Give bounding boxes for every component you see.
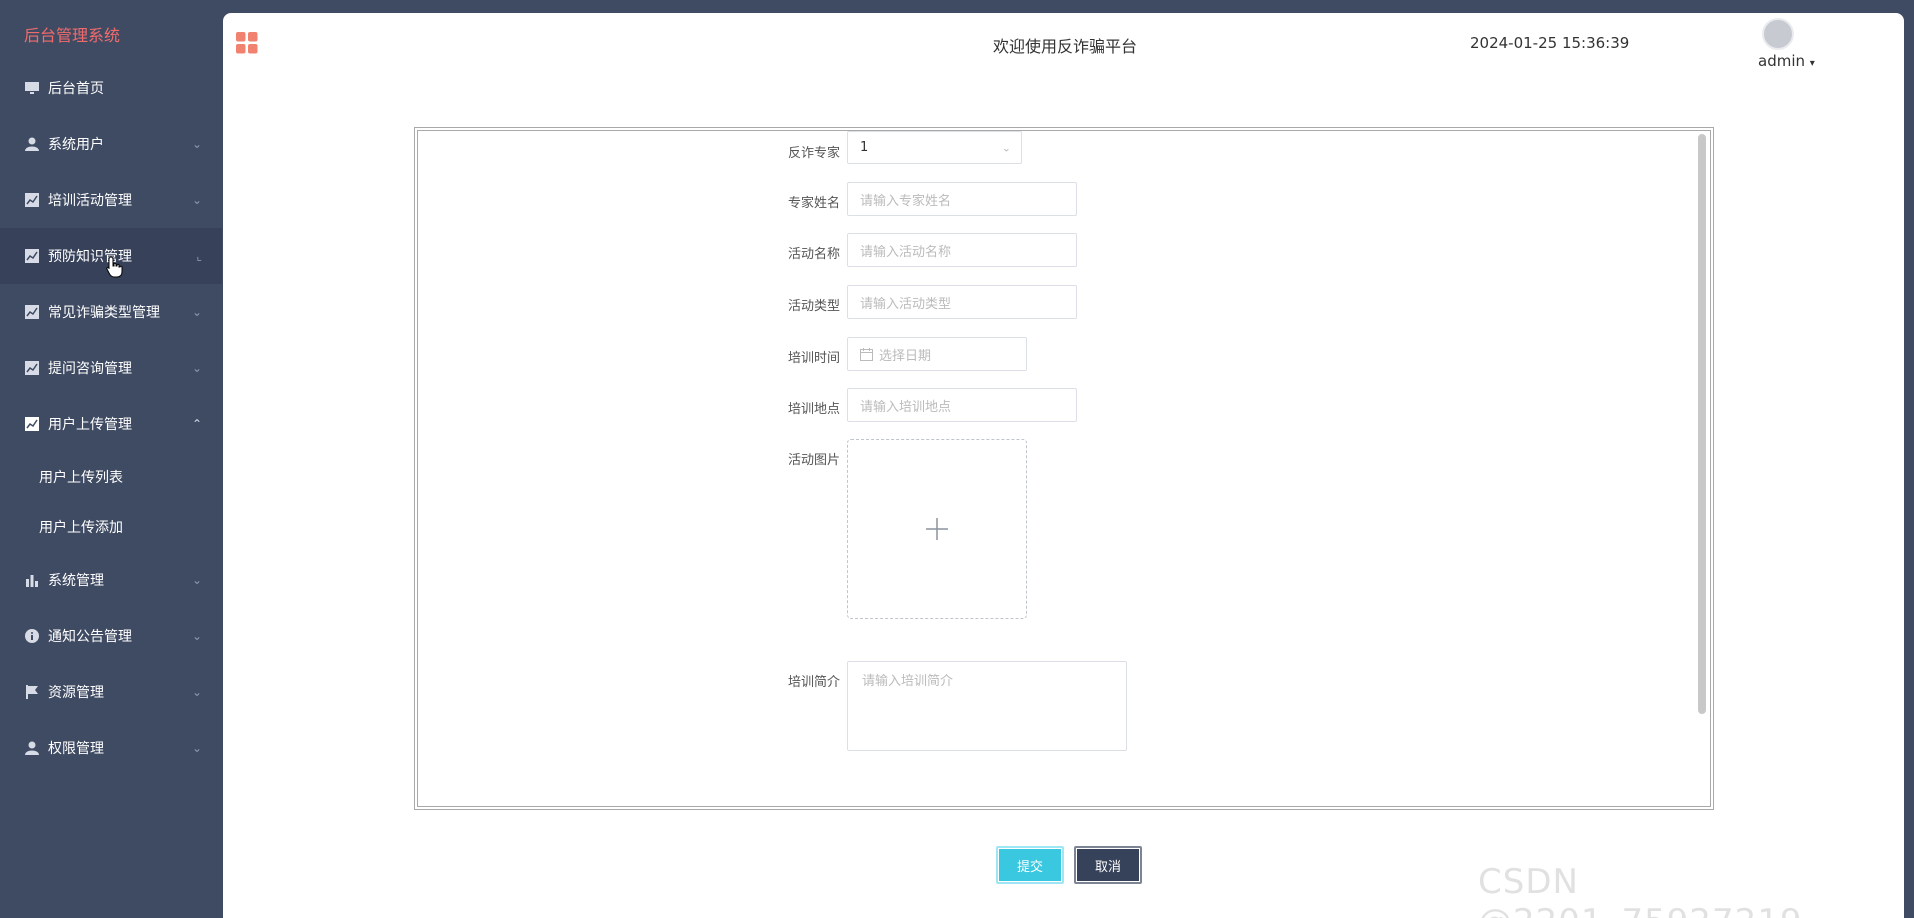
sidebar-item-resources[interactable]: 资源管理 ⌄: [0, 664, 222, 720]
brand-title: 后台管理系统: [24, 26, 121, 45]
chevron-down-icon: ⌄: [191, 741, 202, 755]
sidebar-item-label: 权限管理: [48, 741, 104, 757]
flag-icon: [24, 684, 40, 700]
cancel-button[interactable]: 取消: [1074, 846, 1142, 884]
sidebar-item-system-users[interactable]: 系统用户 ⌄: [0, 116, 222, 172]
chevron-down-icon: ⌄: [191, 361, 202, 375]
sidebar-item-label: 提问咨询管理: [48, 361, 132, 377]
sidebar-item-label: 常见诈骗类型管理: [48, 305, 160, 321]
chevron-icon: ⌞: [196, 249, 202, 263]
train-time-label: 培训时间: [787, 351, 840, 366]
expert-name-label: 专家姓名: [787, 196, 840, 211]
vertical-scrollbar[interactable]: [1698, 134, 1706, 714]
chevron-down-icon: ⌄: [1001, 141, 1011, 154]
sidebar-item-consultation[interactable]: 提问咨询管理 ⌄: [0, 340, 222, 396]
avatar[interactable]: [1762, 18, 1794, 50]
info-icon: [24, 628, 40, 644]
user-dropdown[interactable]: admin ▾: [1758, 52, 1815, 70]
image-upload[interactable]: [847, 439, 1027, 619]
sidebar-item-label: 系统管理: [48, 573, 104, 589]
chevron-up-icon: ⌃: [191, 417, 202, 431]
expert-select[interactable]: 1 ⌄: [847, 131, 1022, 164]
chevron-down-icon: ⌄: [191, 685, 202, 699]
chart-icon: [24, 360, 40, 376]
user-icon: [24, 136, 40, 152]
image-label: 活动图片: [787, 453, 840, 468]
activity-type-placeholder: 请输入活动类型: [860, 296, 952, 312]
chart-icon: [24, 192, 40, 208]
sidebar-item-label: 用户上传管理: [48, 417, 132, 433]
activity-name-label: 活动名称: [787, 247, 840, 262]
sidebar-subitem-upload-add[interactable]: 用户上传添加: [0, 502, 222, 552]
train-place-input[interactable]: 请输入培训地点: [847, 388, 1077, 422]
chart-icon: [24, 304, 40, 320]
activity-name-input[interactable]: 请输入活动名称: [847, 233, 1077, 267]
sidebar-item-fraud-types[interactable]: 常见诈骗类型管理 ⌄: [0, 284, 222, 340]
submit-button[interactable]: 提交: [996, 846, 1064, 884]
sidebar-item-system-manage[interactable]: 系统管理 ⌄: [0, 552, 222, 608]
expert-select-value: 1: [860, 140, 869, 155]
chevron-down-icon: ⌄: [191, 573, 202, 587]
intro-textarea[interactable]: 请输入培训简介: [847, 661, 1127, 751]
sidebar-item-home[interactable]: 后台首页: [0, 60, 222, 116]
sidebar-item-user-upload[interactable]: 用户上传管理 ⌃: [0, 396, 222, 452]
grid-menu-icon[interactable]: [236, 32, 258, 54]
username: admin: [1758, 52, 1805, 70]
sidebar-item-label: 通知公告管理: [48, 629, 132, 645]
main-panel: 欢迎使用反诈骗平台 2024-01-25 15:36:39 admin ▾ 反诈…: [223, 13, 1904, 918]
train-time-placeholder: 选择日期: [879, 348, 932, 364]
monitor-icon: [24, 80, 40, 96]
intro-label: 培训简介: [787, 675, 840, 690]
bar-chart-icon: [24, 572, 40, 588]
intro-placeholder: 请输入培训简介: [862, 674, 954, 689]
expert-name-placeholder: 请输入专家姓名: [860, 193, 952, 209]
datetime-text: 2024-01-25 15:36:39: [1470, 34, 1630, 52]
sidebar-menu: 后台首页 系统用户 ⌄ 培训活动管理 ⌄ 预防知识管理 ⌞ 常见诈骗类型管理 ⌄…: [0, 60, 222, 776]
chart-icon: [24, 416, 40, 432]
watermark: CSDN @2201_75927219: [1478, 862, 1802, 918]
chevron-down-icon: ⌄: [191, 193, 202, 207]
chevron-down-icon: ⌄: [191, 137, 202, 151]
calendar-icon: [860, 347, 873, 361]
sidebar-item-label: 培训活动管理: [48, 193, 132, 209]
user-icon: [24, 740, 40, 756]
chart-icon: [24, 248, 40, 264]
activity-name-placeholder: 请输入活动名称: [860, 244, 952, 260]
sidebar-item-notices[interactable]: 通知公告管理 ⌄: [0, 608, 222, 664]
form-frame: 反诈专家 1 ⌄ 专家姓名 请输入专家姓名 活动名称 请输入活动名称 活动类型 …: [414, 127, 1714, 810]
top-bar: 欢迎使用反诈骗平台 2024-01-25 15:36:39 admin ▾: [223, 13, 1904, 73]
activity-type-label: 活动类型: [787, 299, 840, 314]
expert-label: 反诈专家: [787, 146, 840, 161]
chevron-down-icon: ⌄: [191, 305, 202, 319]
expert-name-input[interactable]: 请输入专家姓名: [847, 182, 1077, 216]
caret-down-icon: ▾: [1809, 58, 1815, 69]
form-scroll-area[interactable]: 反诈专家 1 ⌄ 专家姓名 请输入专家姓名 活动名称 请输入活动名称 活动类型 …: [418, 131, 1710, 806]
train-place-label: 培训地点: [787, 402, 840, 417]
sidebar-item-training[interactable]: 培训活动管理 ⌄: [0, 172, 222, 228]
chevron-down-icon: ⌄: [191, 629, 202, 643]
activity-type-input[interactable]: 请输入活动类型: [847, 285, 1077, 319]
train-time-picker[interactable]: 选择日期: [847, 337, 1027, 371]
hand-cursor-icon: [106, 256, 123, 278]
sidebar-item-label: 后台首页: [48, 81, 104, 97]
sidebar-subitem-upload-list[interactable]: 用户上传列表: [0, 452, 222, 502]
sidebar-item-label: 系统用户: [48, 137, 104, 153]
sidebar-item-permissions[interactable]: 权限管理 ⌄: [0, 720, 222, 776]
sidebar-item-label: 资源管理: [48, 685, 104, 701]
welcome-text: 欢迎使用反诈骗平台: [993, 37, 1138, 56]
plus-icon: [926, 518, 948, 540]
sidebar: 后台管理系统 后台首页 系统用户 ⌄ 培训活动管理 ⌄ 预防知识管理 ⌞ 常见诈…: [0, 0, 222, 918]
train-place-placeholder: 请输入培训地点: [860, 399, 952, 415]
